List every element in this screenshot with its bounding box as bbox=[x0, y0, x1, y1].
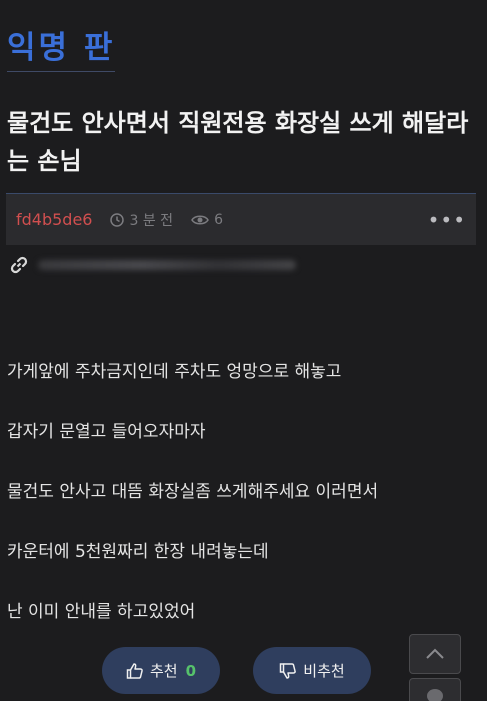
clock-icon bbox=[110, 212, 125, 227]
content-line: 갑자기 문열고 들어오자마자 bbox=[7, 422, 206, 442]
post-time-text: 3 분 전 bbox=[129, 212, 174, 229]
thumbs-down-icon bbox=[280, 662, 297, 679]
post-title: 물건도 안사면서 직원전용 화장실 쓰게 해달라는 손님 bbox=[7, 109, 469, 175]
eye-icon bbox=[191, 215, 209, 224]
content-line: 물건도 안사고 대뜸 화장실좀 쓰게해주세요 이러면서 bbox=[7, 482, 379, 502]
downvote-label: 비추천 bbox=[303, 662, 345, 680]
upvote-count: 0 bbox=[185, 661, 197, 680]
upvote-button[interactable]: 추천 0 bbox=[102, 647, 220, 694]
link-icon bbox=[10, 256, 28, 274]
post-views-count: 6 bbox=[214, 211, 223, 228]
scroll-top-button[interactable] bbox=[409, 634, 461, 674]
post-meta-bar: fd4b5de6 3 분 전 6 ••• bbox=[6, 193, 476, 245]
comment-icon bbox=[427, 689, 443, 701]
content-line: 난 이미 안내를 하고있었어 bbox=[7, 602, 196, 622]
thumbs-up-icon bbox=[126, 662, 143, 679]
chevron-up-icon bbox=[426, 648, 444, 659]
content-line: 가게앞에 주차금지인데 주차도 엉망으로 해놓고 bbox=[7, 362, 342, 382]
floating-action-button[interactable] bbox=[409, 678, 461, 701]
post-author[interactable]: fd4b5de6 bbox=[16, 210, 92, 229]
content-line: 카운터에 5천원짜리 한장 내려놓는데 bbox=[7, 542, 269, 562]
upvote-label: 추천 bbox=[149, 662, 178, 680]
board-title[interactable]: 익명 판 bbox=[7, 22, 116, 72]
post-views: 6 bbox=[191, 212, 223, 228]
post-content: 가게앞에 주차금지인데 주차도 엉망으로 해놓고 갑자기 문열고 들어오자마자 … bbox=[7, 360, 477, 660]
post-time: 3 분 전 bbox=[110, 210, 173, 230]
more-icon[interactable]: ••• bbox=[428, 208, 466, 232]
link-row[interactable] bbox=[10, 254, 310, 276]
downvote-button[interactable]: 비추천 bbox=[253, 647, 371, 694]
blurred-link-text bbox=[38, 260, 296, 270]
